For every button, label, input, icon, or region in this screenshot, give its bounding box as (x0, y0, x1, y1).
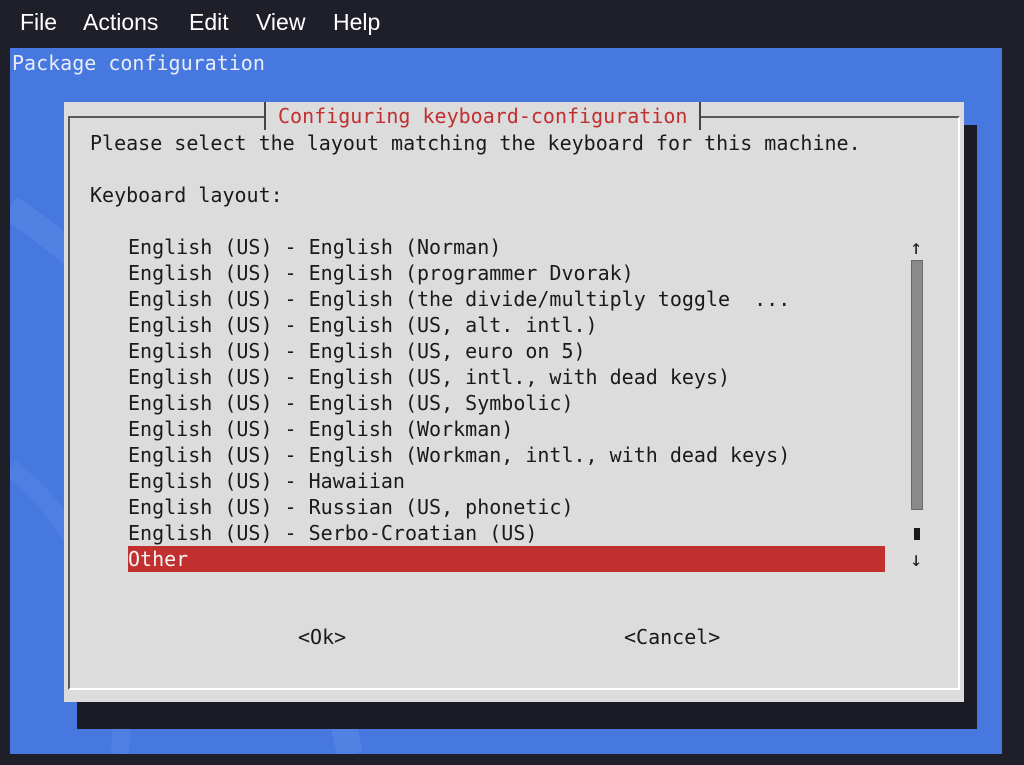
list-item[interactable]: English (US) - Russian (US, phonetic) (128, 494, 885, 520)
dialog-prompt: Please select the layout matching the ke… (90, 131, 861, 155)
list-item[interactable]: English (US) - English (Norman) (128, 234, 885, 260)
menu-actions[interactable]: Actions (83, 8, 158, 36)
list-item[interactable]: English (US) - English (the divide/multi… (128, 286, 885, 312)
scroll-up-icon[interactable]: ↑ (910, 234, 922, 260)
list-item-selected[interactable]: Other (128, 546, 885, 572)
list-item[interactable]: English (US) - Serbo-Croatian (US) (128, 520, 885, 546)
scroll-down-icon[interactable]: ↓ (910, 546, 922, 572)
menu-edit[interactable]: Edit (189, 8, 229, 36)
menu-bar: File Actions Edit View Help (0, 0, 1024, 44)
list-item[interactable]: English (US) - English (US, euro on 5) (128, 338, 885, 364)
list-item[interactable]: English (US) - English (Workman, intl., … (128, 442, 885, 468)
list-item[interactable]: English (US) - English (Workman) (128, 416, 885, 442)
ok-button[interactable]: <Ok> (298, 624, 346, 650)
keyboard-configuration-dialog: Configuring keyboard-configuration Pleas… (64, 102, 964, 702)
menu-view[interactable]: View (256, 8, 305, 36)
scrollbar-track[interactable] (911, 260, 923, 510)
dialog-title: Configuring keyboard-configuration (264, 102, 702, 130)
menu-help[interactable]: Help (333, 8, 380, 36)
list-item[interactable]: English (US) - English (US, intl., with … (128, 364, 885, 390)
list-item[interactable]: English (US) - English (US, Symbolic) (128, 390, 885, 416)
list-item[interactable]: English (US) - English (US, alt. intl.) (128, 312, 885, 338)
keyboard-layout-label: Keyboard layout: (90, 183, 283, 207)
package-configuration-title: Package configuration (12, 51, 265, 75)
scrollbar-thumb[interactable] (914, 528, 920, 540)
list-item[interactable]: English (US) - English (programmer Dvora… (128, 260, 885, 286)
terminal-window: Package configuration Configuring keyboa… (10, 48, 1002, 754)
menu-file[interactable]: File (20, 8, 57, 36)
list-item[interactable]: English (US) - Hawaiian (128, 468, 885, 494)
cancel-button[interactable]: <Cancel> (624, 624, 720, 650)
